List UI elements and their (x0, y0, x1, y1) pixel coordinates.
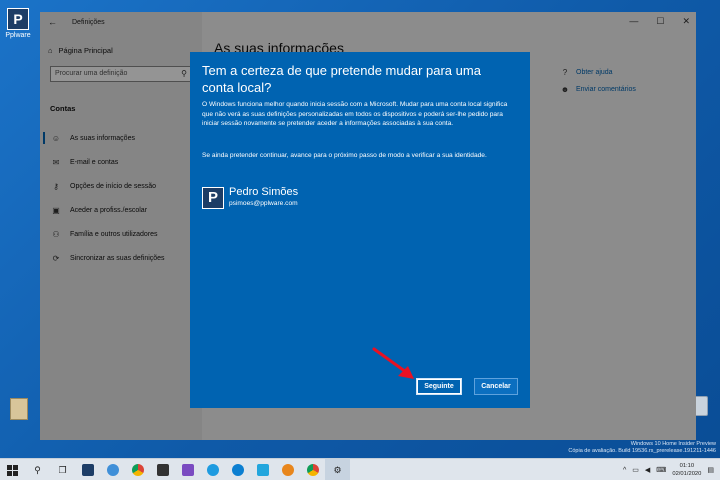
taskbar-visual-studio-icon[interactable] (175, 459, 200, 480)
folder-icon (10, 398, 28, 420)
taskbar-paint-icon[interactable] (100, 459, 125, 480)
taskbar-vscode-icon[interactable] (250, 459, 275, 480)
windows-logo-icon (7, 464, 18, 476)
dialog-instruction: Se ainda pretender continuar, avance par… (202, 152, 487, 159)
taskbar-terminal-icon[interactable] (150, 459, 175, 480)
watermark-line1: Windows 10 Home Insider Preview (630, 441, 716, 447)
taskbar-chrome-2-icon[interactable] (300, 459, 325, 480)
watermark-line2: Cópia de avaliação. Build 19536.rs_prere… (568, 448, 716, 454)
avatar: P (202, 187, 224, 209)
tray-language-icon[interactable]: ⌨ (656, 466, 666, 474)
cancel-button[interactable]: Cancelar (474, 378, 518, 395)
taskbar-edge-icon[interactable] (200, 459, 225, 480)
pplware-logo-icon: P (7, 8, 29, 30)
taskbar-edge-dev-icon[interactable] (225, 459, 250, 480)
red-arrow-icon (372, 347, 414, 379)
taskbar-search-icon[interactable]: ⚲ (25, 459, 50, 480)
local-account-dialog: Tem a certeza de que pretende mudar para… (190, 52, 530, 408)
dialog-description: O Windows funciona melhor quando inicia … (202, 101, 508, 127)
desktop-icon-pplware[interactable]: P Pplware (3, 8, 33, 39)
clock-time: 01:10 (679, 463, 695, 469)
task-view-icon[interactable]: ❐ (50, 459, 75, 480)
taskbar-settings-icon[interactable]: ⚙ (325, 459, 350, 480)
taskbar-chrome-icon[interactable] (125, 459, 150, 480)
desktop-icon-label: Pplware (5, 32, 31, 39)
system-tray: ^ ▭ ◀ ⌨ 01:10 02/01/2020 ▤ (623, 459, 720, 480)
dialog-title: Tem a certeza de que pretende mudar para… (202, 63, 481, 95)
tray-volume-icon[interactable]: ◀ (645, 466, 650, 474)
taskbar: ⚲ ❐ ⚙ ^ ▭ ◀ ⌨ 01:10 02/01/2020 ▤ (0, 458, 720, 480)
desktop-icon-folder[interactable] (4, 398, 34, 422)
account-email: psimoes@pplware.com (229, 200, 298, 207)
tray-network-icon[interactable]: ▭ (632, 466, 639, 474)
taskbar-clock[interactable]: 01:10 02/01/2020 (672, 462, 701, 478)
start-button[interactable] (0, 459, 25, 480)
notifications-icon[interactable]: ▤ (707, 466, 714, 474)
taskbar-orange-app-icon[interactable] (275, 459, 300, 480)
clock-date: 02/01/2020 (672, 471, 702, 477)
taskbar-apps: ⚲ ❐ ⚙ (0, 459, 350, 480)
account-card: P Pedro Simões psimoes@pplware.com (202, 184, 298, 209)
next-button[interactable]: Seguinte (416, 378, 462, 395)
build-watermark: Windows 10 Home Insider Preview Cópia de… (568, 441, 716, 455)
taskbar-pplware-icon[interactable] (75, 459, 100, 480)
tray-chevron-up-icon[interactable]: ^ (623, 467, 626, 474)
account-name: Pedro Simões (229, 186, 299, 198)
